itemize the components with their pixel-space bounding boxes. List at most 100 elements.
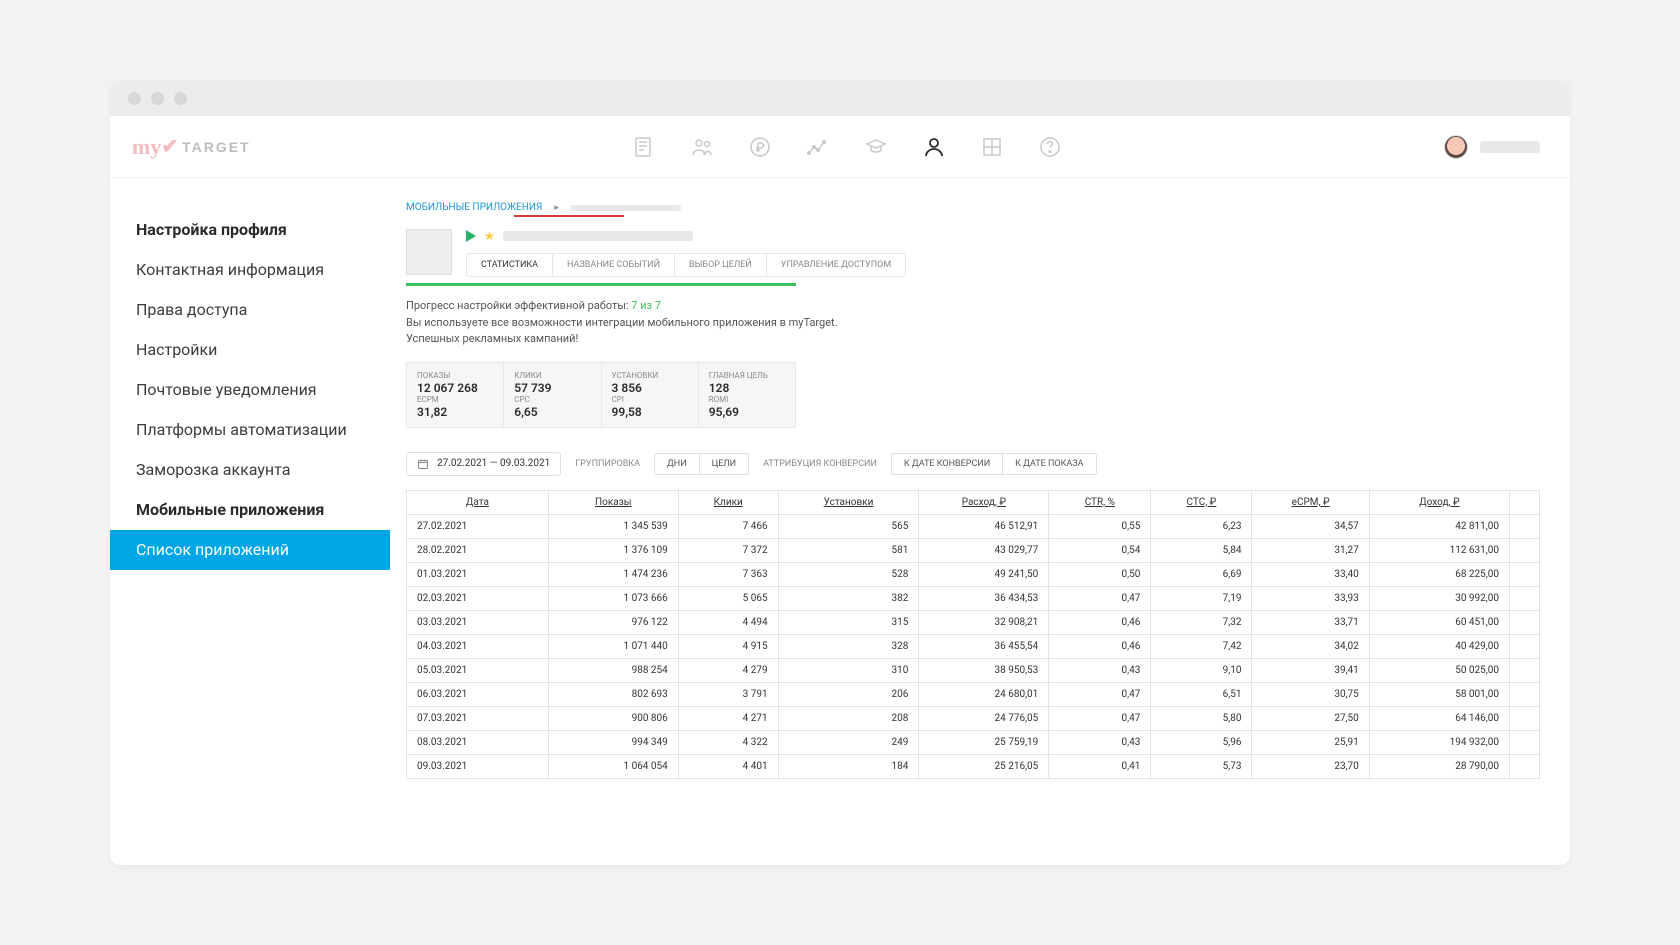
billing-icon[interactable]: [748, 135, 772, 159]
cell-3-9: [1510, 586, 1540, 610]
table-row: 09.03.20211 064 0544 40118425 216,050,41…: [407, 754, 1540, 778]
metric-label: КЛИКИ: [514, 371, 590, 380]
cell-1-1: 1 376 109: [548, 538, 678, 562]
col-header-5[interactable]: CTR, %: [1049, 490, 1151, 514]
star-icon: ★: [484, 229, 495, 243]
education-icon[interactable]: [864, 135, 888, 159]
col-header-8[interactable]: Доход, ₽: [1369, 490, 1509, 514]
sidebar-item-4[interactable]: Почтовые уведомления: [110, 370, 390, 410]
cell-8-3: 208: [778, 706, 919, 730]
cell-9-7: 25,91: [1252, 730, 1369, 754]
cell-9-0: 08.03.2021: [407, 730, 549, 754]
subtab-2[interactable]: ВЫБОР ЦЕЛЕЙ: [675, 254, 767, 276]
sidebar-item-0[interactable]: Настройка профиля: [110, 210, 390, 250]
seg-group-opt-1[interactable]: ЦЕЛИ: [700, 454, 749, 474]
dashboard-icon[interactable]: [632, 135, 656, 159]
cell-9-6: 5,96: [1151, 730, 1252, 754]
col-header-3[interactable]: Установки: [778, 490, 919, 514]
cell-0-3: 565: [778, 514, 919, 538]
cell-3-2: 5 065: [678, 586, 778, 610]
metric-value: 57 739: [514, 381, 590, 395]
cell-7-3: 206: [778, 682, 919, 706]
date-range-picker[interactable]: 27.02.2021 — 09.03.2021: [406, 452, 561, 476]
breadcrumb-link[interactable]: МОБИЛЬНЫЕ ПРИЛОЖЕНИЯ: [406, 202, 542, 213]
profile-icon[interactable]: [922, 135, 946, 159]
seg-group-opt-0[interactable]: ДНИ: [655, 454, 700, 474]
group-label: ГРУППИРОВКА: [575, 459, 640, 469]
cell-10-7: 23,70: [1252, 754, 1369, 778]
metric-label: УСТАНОВКИ: [612, 371, 688, 380]
cell-5-6: 7,42: [1151, 634, 1252, 658]
cell-6-7: 39,41: [1252, 658, 1369, 682]
subtab-3[interactable]: УПРАВЛЕНИЕ ДОСТУПОМ: [767, 254, 905, 276]
cell-8-2: 4 271: [678, 706, 778, 730]
seg-attr-opt-1[interactable]: К ДАТЕ ПОКАЗА: [1003, 454, 1095, 474]
metric-value: 12 067 268: [417, 381, 493, 395]
sidebar-item-7[interactable]: Мобильные приложения: [110, 490, 390, 530]
breadcrumb: МОБИЛЬНЫЕ ПРИЛОЖЕНИЯ ▸: [406, 202, 1540, 213]
subtab-0[interactable]: СТАТИСТИКА: [467, 254, 553, 276]
sidebar-item-2[interactable]: Права доступа: [110, 290, 390, 330]
cell-4-2: 4 494: [678, 610, 778, 634]
chevron-right-icon: ▸: [554, 203, 559, 213]
cell-7-7: 30,75: [1252, 682, 1369, 706]
col-header-1[interactable]: Показы: [548, 490, 678, 514]
cell-7-6: 6,51: [1151, 682, 1252, 706]
metric-value: 3 856: [612, 381, 688, 395]
cell-8-0: 07.03.2021: [407, 706, 549, 730]
sidebar-item-6[interactable]: Заморозка аккаунта: [110, 450, 390, 490]
cell-0-2: 7 466: [678, 514, 778, 538]
sidebar-item-8[interactable]: Список приложений: [110, 530, 390, 570]
google-play-icon: [466, 230, 476, 242]
app-window: my ✔ TARGET: [110, 80, 1570, 865]
stats-icon[interactable]: [806, 135, 830, 159]
avatar: [1444, 135, 1468, 159]
table-row: 03.03.2021976 1224 49431532 908,210,467,…: [407, 610, 1540, 634]
cell-10-8: 28 790,00: [1369, 754, 1509, 778]
cell-6-2: 4 279: [678, 658, 778, 682]
cell-2-5: 0,50: [1049, 562, 1151, 586]
col-header-0[interactable]: Дата: [407, 490, 549, 514]
cell-5-2: 4 915: [678, 634, 778, 658]
cell-10-2: 4 401: [678, 754, 778, 778]
cell-8-4: 24 776,05: [919, 706, 1049, 730]
window-close-dot[interactable]: [128, 92, 141, 105]
col-header-6[interactable]: CTC, ₽: [1151, 490, 1252, 514]
subtab-1[interactable]: НАЗВАНИЕ СОБЫТИЙ: [553, 254, 675, 276]
cell-9-5: 0,43: [1049, 730, 1151, 754]
progress-line2: Вы используете все возможности интеграци…: [406, 316, 838, 329]
metric-subvalue: 99,58: [612, 405, 688, 419]
grid-icon[interactable]: [980, 135, 1004, 159]
metric-label: ПОКАЗЫ: [417, 371, 493, 380]
cell-10-5: 0,41: [1049, 754, 1151, 778]
cell-6-6: 9,10: [1151, 658, 1252, 682]
col-header-7[interactable]: eCPM, ₽: [1252, 490, 1369, 514]
cell-5-9: [1510, 634, 1540, 658]
col-header-9[interactable]: [1510, 490, 1540, 514]
metric-card-1: КЛИКИ57 739CPC6,65: [504, 363, 601, 427]
attr-segmented: К ДАТЕ КОНВЕРСИИК ДАТЕ ПОКАЗА: [891, 453, 1097, 475]
sidebar-item-5[interactable]: Платформы автоматизации: [110, 410, 390, 450]
cell-5-0: 04.03.2021: [407, 634, 549, 658]
content-area: МОБИЛЬНЫЕ ПРИЛОЖЕНИЯ ▸ ★ СТАТИСТИКАНАЗВА…: [390, 178, 1570, 865]
seg-attr-opt-0[interactable]: К ДАТЕ КОНВЕРСИИ: [892, 454, 1003, 474]
cell-9-9: [1510, 730, 1540, 754]
col-header-2[interactable]: Клики: [678, 490, 778, 514]
audience-icon[interactable]: [690, 135, 714, 159]
cell-5-7: 34,02: [1252, 634, 1369, 658]
help-icon[interactable]: [1038, 135, 1062, 159]
sidebar-item-3[interactable]: Настройки: [110, 330, 390, 370]
cell-7-4: 24 680,01: [919, 682, 1049, 706]
col-header-4[interactable]: Расход, ₽: [919, 490, 1049, 514]
cell-4-5: 0,46: [1049, 610, 1151, 634]
sidebar-item-1[interactable]: Контактная информация: [110, 250, 390, 290]
cell-0-1: 1 345 539: [548, 514, 678, 538]
window-max-dot[interactable]: [174, 92, 187, 105]
table-row: 27.02.20211 345 5397 46656546 512,910,55…: [407, 514, 1540, 538]
window-min-dot[interactable]: [151, 92, 164, 105]
cell-5-5: 0,46: [1049, 634, 1151, 658]
cell-1-7: 31,27: [1252, 538, 1369, 562]
cell-6-1: 988 254: [548, 658, 678, 682]
cell-10-3: 184: [778, 754, 919, 778]
user-area[interactable]: [1444, 135, 1560, 159]
